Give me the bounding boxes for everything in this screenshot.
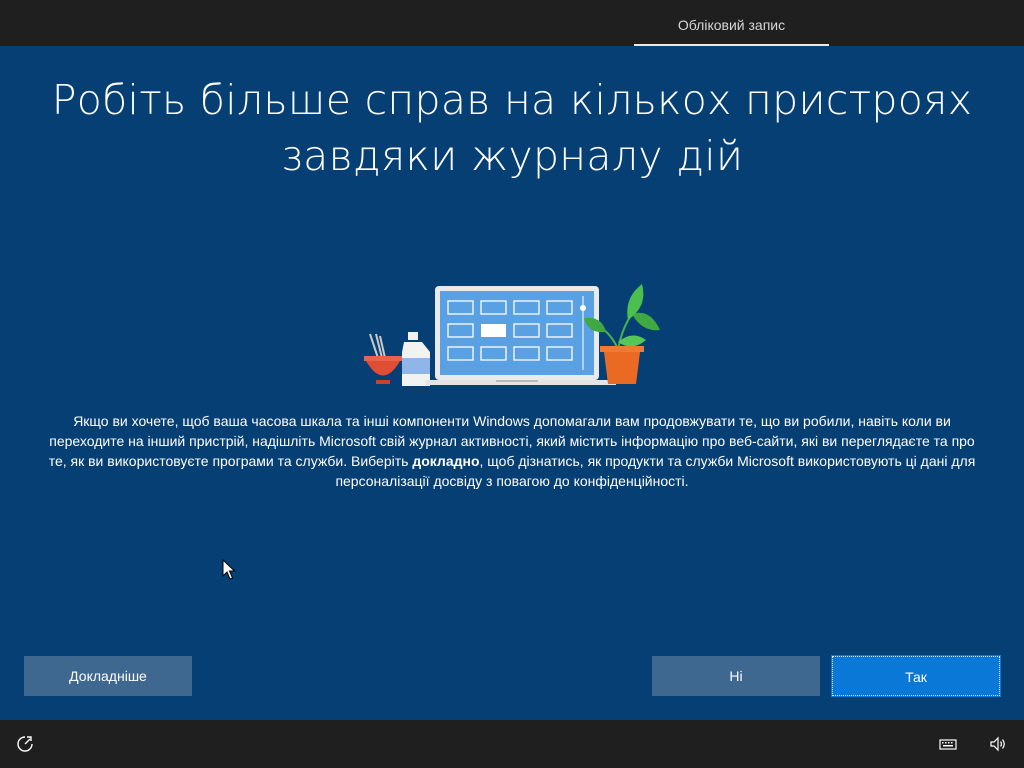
- top-bar: Обліковий запис: [0, 0, 1024, 46]
- mouse-cursor-icon: [222, 559, 236, 580]
- volume-icon[interactable]: [988, 734, 1008, 754]
- keyboard-icon[interactable]: [938, 734, 958, 754]
- description-bold-link-word: докладно: [412, 453, 480, 469]
- page-title-line2: завдяки журналу дій: [280, 132, 744, 180]
- accessibility-icon[interactable]: [15, 734, 35, 754]
- laptop-plant-bottle-bowl-illustration: [364, 284, 660, 386]
- learn-more-button[interactable]: Докладніше: [24, 656, 192, 696]
- description-text: Якщо ви хочете, щоб ваша часова шкала та…: [44, 411, 980, 491]
- page-title: Робіть більше справ на кількох пристроях…: [40, 72, 984, 184]
- page-title-line1: Робіть більше справ на кількох пристроях: [51, 76, 973, 124]
- bottom-bar: [0, 720, 1024, 768]
- yes-button[interactable]: Так: [831, 655, 1001, 697]
- no-button[interactable]: Ні: [652, 656, 820, 696]
- tab-account[interactable]: Обліковий запис: [634, 0, 829, 46]
- oobe-page: Робіть більше справ на кількох пристроях…: [0, 46, 1024, 720]
